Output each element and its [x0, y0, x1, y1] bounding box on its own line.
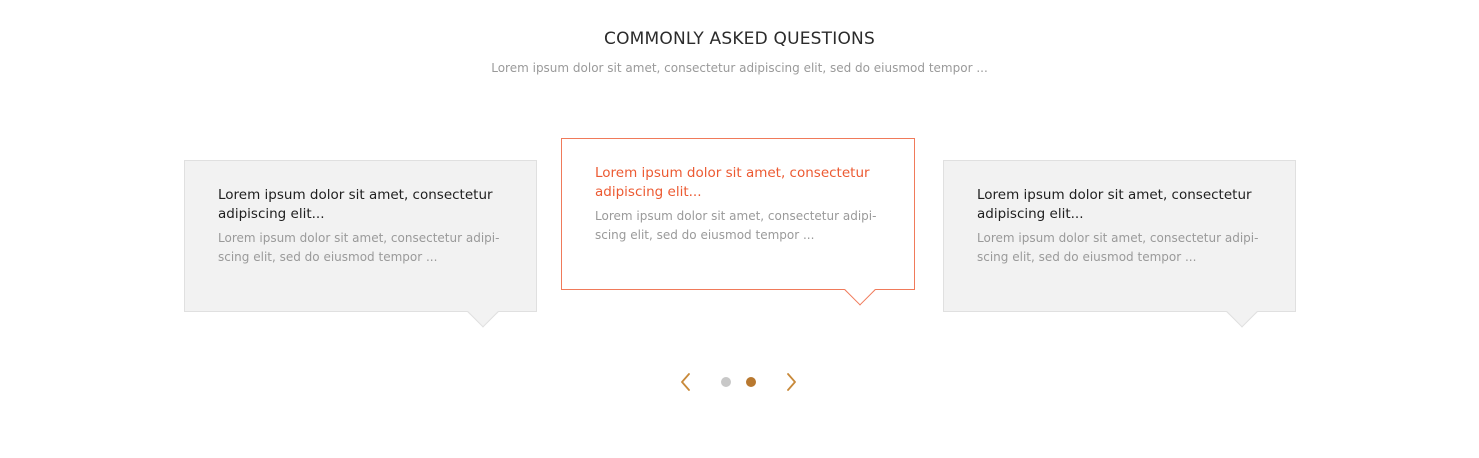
- section-subtitle: Lorem ipsum dolor sit amet, consectetur …: [491, 61, 988, 75]
- carousel-navigation: [0, 372, 1479, 392]
- faq-card-active[interactable]: Lorem ipsum dolor sit amet, consectetur …: [561, 138, 915, 306]
- pagination-dot-1[interactable]: [721, 377, 731, 387]
- faq-card-content: Lorem ipsum dolor sit amet, consectetur …: [595, 164, 890, 245]
- prev-button[interactable]: [676, 372, 696, 392]
- faq-question: Lorem ipsum dolor sit amet, consectetur …: [977, 187, 1252, 222]
- card-pointer: [467, 296, 499, 328]
- next-button[interactable]: [781, 372, 801, 392]
- chevron-left-icon: [681, 373, 690, 391]
- card-pointer: [1226, 296, 1258, 328]
- faq-card-content: Lorem ipsum dolor sit amet, consectetur …: [218, 186, 513, 267]
- faq-card[interactable]: Lorem ipsum dolor sit amet, consectetur …: [184, 160, 537, 328]
- chevron-right-icon: [787, 373, 796, 391]
- faq-card[interactable]: Lorem ipsum dolor sit amet, consectetur …: [943, 160, 1296, 328]
- faq-question: Lorem ipsum dolor sit amet, consectetur …: [595, 165, 870, 200]
- faq-question: Lorem ipsum dolor sit amet, consectetur …: [218, 187, 493, 222]
- faq-answer: Lorem ipsum dolor sit amet, consectetur …: [218, 231, 500, 264]
- faq-card-content: Lorem ipsum dolor sit amet, consectetur …: [977, 186, 1272, 267]
- faq-answer: Lorem ipsum dolor sit amet, consectetur …: [595, 209, 877, 242]
- section-title: COMMONLY ASKED QUESTIONS: [604, 29, 875, 49]
- card-pointer: [844, 274, 876, 306]
- pagination-dot-2[interactable]: [746, 377, 756, 387]
- faq-answer: Lorem ipsum dolor sit amet, consectetur …: [977, 231, 1259, 264]
